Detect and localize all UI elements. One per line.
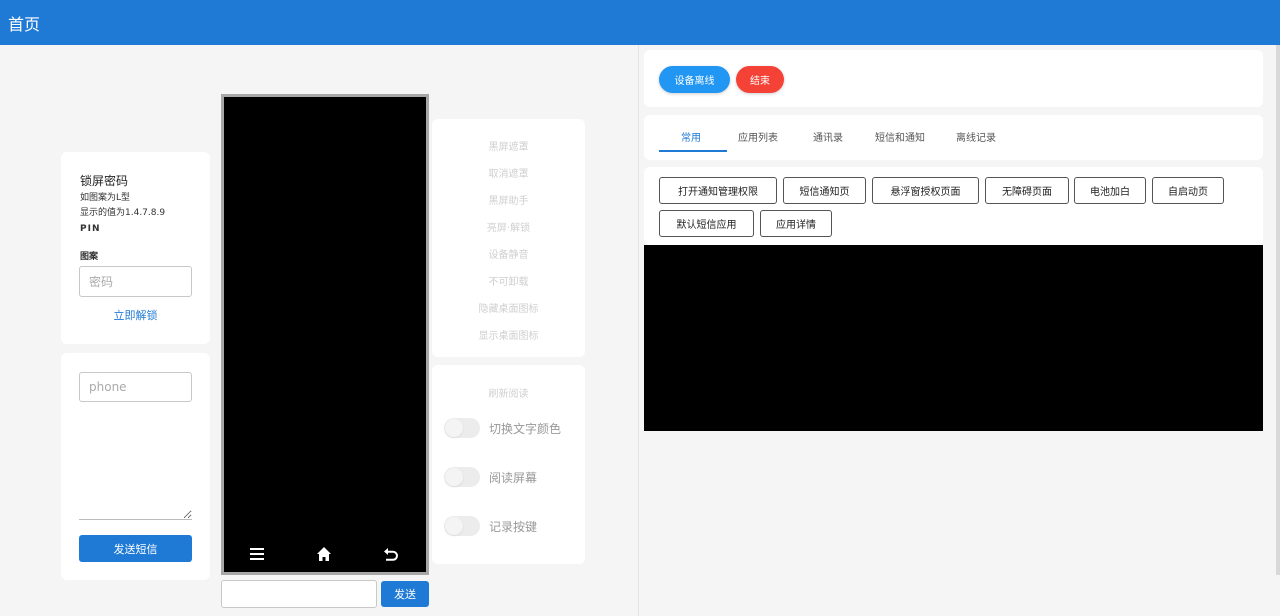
toggle-label: 记录按键 [489,520,538,534]
back-icon[interactable] [379,546,403,567]
toggle-knob [445,419,463,437]
toggle-label: 阅读屏幕 [489,471,538,485]
accessibility-page-button[interactable]: 无障碍页面 [985,177,1069,204]
end-button[interactable]: 结束 [736,66,784,93]
toggle-switch[interactable] [444,418,480,438]
control-item[interactable]: 隐藏桌面图标 [432,300,585,315]
actions-card: 打开通知管理权限 短信通知页 悬浮窗授权页面 无障碍页面 电池加白 自启动页 默… [644,167,1263,245]
scrollbar[interactable] [1276,45,1280,575]
unlock-now-link[interactable]: 立即解锁 [61,307,210,323]
overlay-permission-page-button[interactable]: 悬浮窗授权页面 [872,177,979,204]
tab-common[interactable]: 常用 [681,129,701,144]
control-item[interactable]: 设备静音 [432,246,585,261]
sms-content-textarea[interactable] [79,409,192,520]
toggle-switch[interactable] [444,467,480,487]
menu-icon[interactable] [245,546,269,567]
app-header: 首页 [0,0,1280,45]
app-details-button[interactable]: 应用详情 [760,210,832,237]
command-send-button[interactable]: 发送 [381,581,429,607]
control-item[interactable]: 显示桌面图标 [432,327,585,342]
phone-screen[interactable] [221,94,429,575]
home-icon[interactable] [312,546,336,567]
refresh-reading-button[interactable]: 刷新阅读 [432,385,585,400]
toggle-knob [445,468,463,486]
phone-input[interactable] [79,372,192,402]
tab-bar: 常用 应用列表 通讯录 短信和通知 离线记录 [644,115,1263,160]
control-card: 黑屏遮罩 取消遮罩 黑屏助手 亮屏·解锁 设备静音 不可卸载 隐藏桌面图标 显示… [432,119,585,357]
control-item[interactable]: 黑屏遮罩 [432,138,585,153]
toggle-knob [445,517,463,535]
phone-nav-bar [224,544,426,568]
tab-app-list[interactable]: 应用列表 [738,129,778,144]
send-sms-button[interactable]: 发送短信 [79,535,192,562]
lock-title: 锁屏密码 [80,174,129,188]
battery-whitelist-button[interactable]: 电池加白 [1074,177,1146,204]
lock-hint-pattern: 如图案为L型 [80,193,131,203]
command-input[interactable] [221,580,377,608]
autostart-page-button[interactable]: 自启动页 [1152,177,1224,204]
tab-sms-notifications[interactable]: 短信和通知 [875,129,925,144]
tab-contacts[interactable]: 通讯录 [813,129,843,144]
page-title: 首页 [8,15,41,34]
lock-password-card: 锁屏密码 如图案为L型 显示的值为1.4.7.8.9 PIN 图案 立即解锁 [61,152,210,344]
lock-hint-value: 显示的值为1.4.7.8.9 [80,208,166,218]
sms-card: 发送短信 [61,353,210,580]
toggle-switch[interactable] [444,516,480,536]
control-item[interactable]: 黑屏助手 [432,192,585,207]
open-notification-permission-button[interactable]: 打开通知管理权限 [659,177,777,204]
control-item[interactable]: 不可卸载 [432,273,585,288]
sms-notification-page-button[interactable]: 短信通知页 [783,177,866,204]
control-item[interactable]: 取消遮罩 [432,165,585,180]
output-screen [644,245,1263,431]
password-input[interactable] [79,266,192,297]
tab-offline-records[interactable]: 离线记录 [956,129,996,144]
device-status-card: 设备离线 结束 [644,50,1263,107]
active-tab-indicator [659,150,727,152]
reading-card: 刷新阅读 切换文字颜色 阅读屏幕 记录按键 [432,365,585,564]
default-sms-app-button[interactable]: 默认短信应用 [659,210,754,237]
device-offline-button[interactable]: 设备离线 [659,66,730,93]
pattern-label: 图案 [80,252,99,262]
control-item[interactable]: 亮屏·解锁 [432,219,585,234]
pin-label: PIN [80,224,101,234]
toggle-label: 切换文字颜色 [489,422,562,436]
